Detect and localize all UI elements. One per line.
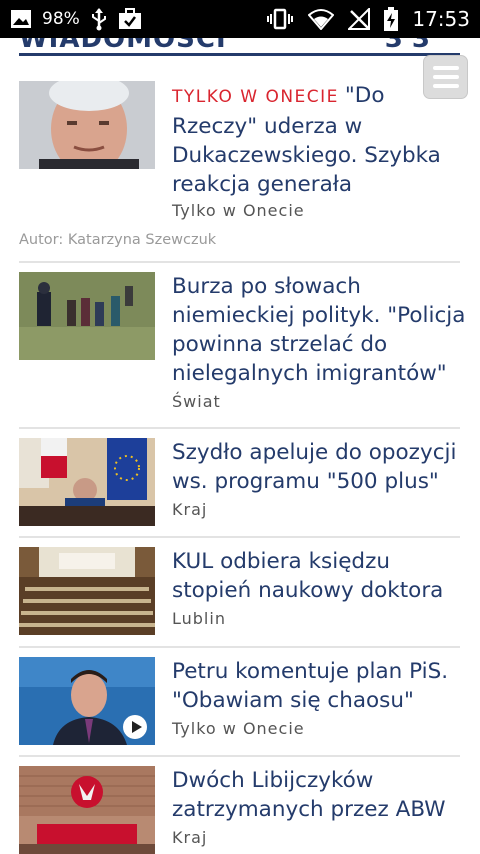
article-item[interactable]: Burza po słowach niemieckiej polityk. "P… — [19, 272, 465, 420]
status-bar: 98% 17:53 — [0, 0, 480, 38]
usb-icon — [90, 7, 108, 31]
article-headline[interactable]: Petru komentuje plan PiS. "Obawiam się c… — [172, 657, 467, 715]
exclusive-tag: TYLKO W ONECIE — [172, 87, 339, 107]
article-headline[interactable]: Szydło apeluje do opozycji ws. programu … — [172, 438, 467, 496]
image-icon — [10, 9, 32, 29]
battery-percent: 98% — [42, 9, 80, 29]
article-category[interactable]: Tylko w Onecie — [172, 719, 305, 738]
divider — [19, 427, 460, 429]
article-author: Autor: Katarzyna Szewczuk — [19, 232, 217, 248]
article-category[interactable]: Świat — [172, 392, 221, 411]
article-headline[interactable]: Burza po słowach niemieckiej polityk. "P… — [172, 272, 467, 388]
article-thumbnail[interactable] — [19, 766, 155, 854]
section-counter: 3 3 — [384, 38, 430, 54]
article-item[interactable]: TYLKO W ONECIE "Do Rzeczy" uderza w Dukac… — [19, 81, 460, 248]
hamburger-menu-icon[interactable] — [423, 55, 468, 99]
no-signal-icon — [348, 8, 371, 30]
section-header: WIADOMOŚCI 3 3 — [19, 38, 460, 56]
article-thumbnail[interactable] — [19, 547, 155, 635]
article-category[interactable]: Tylko w Onecie — [172, 201, 305, 220]
clock: 17:53 — [412, 7, 470, 31]
article-thumbnail[interactable] — [19, 657, 155, 745]
wifi-icon — [308, 8, 335, 30]
article-item[interactable]: KUL odbiera księdzu stopień naukowy dokt… — [19, 547, 460, 637]
article-thumbnail[interactable] — [19, 81, 155, 169]
section-title: WIADOMOŚCI — [19, 38, 227, 54]
divider — [19, 536, 460, 538]
article-item[interactable]: Dwóch Libijczyków zatrzymanych przez ABW… — [19, 766, 460, 854]
article-thumbnail[interactable] — [19, 438, 155, 526]
article-category[interactable]: Lublin — [172, 609, 226, 628]
article-headline[interactable]: TYLKO W ONECIE "Do Rzeczy" uderza w Dukac… — [172, 81, 467, 199]
briefcase-check-icon — [118, 8, 142, 30]
divider — [19, 261, 460, 263]
article-headline[interactable]: Dwóch Libijczyków zatrzymanych przez ABW — [172, 766, 467, 824]
article-category[interactable]: Kraj — [172, 828, 207, 847]
divider — [19, 755, 460, 757]
play-icon[interactable] — [123, 715, 147, 739]
article-item[interactable]: Petru komentuje plan PiS. "Obawiam się c… — [19, 657, 460, 747]
article-headline[interactable]: KUL odbiera księdzu stopień naukowy dokt… — [172, 547, 467, 605]
article-category[interactable]: Kraj — [172, 500, 207, 519]
battery-charging-icon — [384, 7, 399, 31]
article-item[interactable]: Szydło apeluje do opozycji ws. programu … — [19, 438, 460, 528]
vibrate-icon — [266, 8, 294, 30]
article-thumbnail[interactable] — [19, 272, 155, 360]
section-divider — [19, 53, 460, 56]
divider — [19, 646, 460, 648]
